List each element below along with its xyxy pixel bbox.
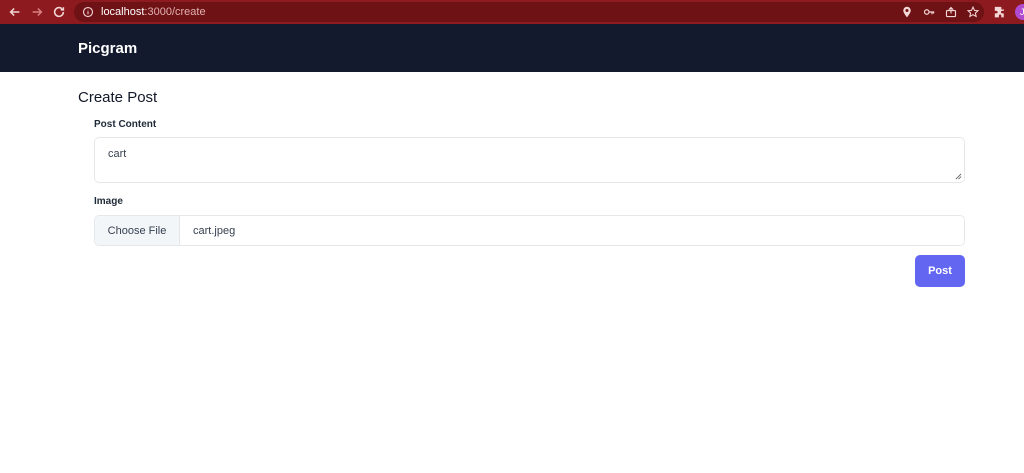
url-text: localhost:3000/create [101,6,206,18]
selected-file-name: cart.jpeg [193,224,236,237]
key-icon[interactable] [918,2,940,22]
image-file-input[interactable]: Choose File cart.jpeg [94,215,965,246]
back-icon[interactable] [4,0,26,24]
profile-avatar[interactable]: J [1015,4,1024,20]
location-icon[interactable] [896,2,918,22]
reload-icon[interactable] [48,0,70,24]
image-label: Image [94,196,123,207]
browser-toolbar: localhost:3000/create J [0,0,1024,24]
extensions-icon[interactable] [992,4,1008,20]
star-icon[interactable] [962,2,984,22]
post-button[interactable]: Post [915,255,965,287]
info-icon[interactable] [82,6,94,18]
app-header: Picgram [0,24,1024,72]
post-content-textarea[interactable]: cart [94,137,965,183]
resize-handle-icon[interactable] [955,173,962,180]
address-bar[interactable]: localhost:3000/create [74,2,984,22]
brand-logo[interactable]: Picgram [78,40,137,57]
share-icon[interactable] [940,2,962,22]
page-title: Create Post [78,89,158,106]
forward-icon[interactable] [26,0,48,24]
post-content-label: Post Content [94,119,157,130]
choose-file-button[interactable]: Choose File [95,216,180,245]
post-content-value: cart [108,148,127,160]
